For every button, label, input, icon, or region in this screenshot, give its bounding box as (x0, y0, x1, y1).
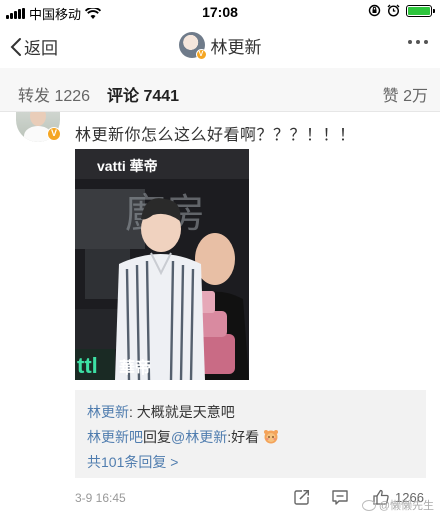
reply-item: 林更新: 大概就是天意吧 (87, 402, 235, 422)
nav-title[interactable]: V 林更新 (0, 32, 440, 60)
tab-likes-label: 赞 (382, 88, 399, 105)
more-options-button[interactable] (408, 40, 428, 44)
verified-badge-icon: V (47, 127, 61, 141)
more-replies-link[interactable]: 共101条回复 > (87, 452, 178, 472)
comment-text: 林更新你怎么这么好看啊？？？！！！ (75, 127, 356, 144)
tab-reposts-count: 1226 (54, 88, 91, 105)
status-bar: 中国移动 17:08 (0, 0, 440, 26)
battery-fill (408, 6, 430, 15)
brand-text: vatti 華帝 (97, 158, 158, 174)
tab-comments-label: 评论 (107, 88, 140, 105)
reply-middle-text: 回复 (143, 429, 171, 445)
reply-user-link[interactable]: 林更新吧 (87, 429, 143, 445)
reply-text: :好看 (227, 429, 260, 445)
reply-user-link[interactable]: 林更新 (87, 404, 129, 420)
tab-reposts-label: 转发 (18, 88, 51, 105)
profile-name: 林更新 (210, 37, 262, 57)
comment-image[interactable]: 廚房 vatti 華帝 ttl 華帝 (75, 149, 249, 380)
alarm-icon (387, 4, 400, 17)
tab-comments[interactable]: 评论 7441 (107, 82, 179, 106)
photo-illustration: 廚房 vatti 華帝 ttl 華帝 (75, 149, 249, 380)
tab-likes-count: 2万 (403, 88, 428, 105)
reply-text: : 大概就是天意吧 (129, 404, 235, 420)
battery-icon (406, 4, 435, 17)
verified-badge-icon: V (195, 49, 207, 60)
profile-avatar[interactable]: V (178, 32, 207, 60)
tab-bar: 转发 1226 评论 7441 赞 2万 (0, 68, 440, 112)
comment-item: V 林更新你怎么这么好看啊？？？！！！ 廚房 vatti 華帝 ttl 華帝 (0, 112, 440, 519)
orientation-lock-icon (368, 4, 381, 17)
watermark-text: @懒懒先生 (378, 500, 434, 512)
caption-brand: 華帝 (119, 358, 151, 377)
replies-box: 林更新: 大概就是天意吧 林更新吧回复@林更新:好看 共101条回复 > (75, 390, 426, 478)
share-icon[interactable] (293, 488, 311, 506)
tab-likes[interactable]: 赞 2万 (383, 82, 428, 106)
reply-item: 林更新吧回复@林更新:好看 (87, 427, 279, 447)
comment-reply-icon[interactable] (331, 488, 349, 506)
status-right (368, 4, 435, 17)
svg-text:ttl: ttl (77, 353, 98, 378)
watermark: @懒懒先生 (361, 497, 434, 513)
mention-link[interactable]: @林更新 (171, 429, 227, 445)
tab-comments-count: 7441 (143, 88, 180, 105)
weibo-logo-icon (361, 499, 376, 511)
comment-timestamp: 3-9 16:45 (75, 491, 126, 505)
nav-bar: 返回 V 林更新 (0, 26, 440, 68)
tab-reposts[interactable]: 转发 1226 (18, 82, 90, 106)
blushing-face-emoji-icon (264, 430, 278, 444)
